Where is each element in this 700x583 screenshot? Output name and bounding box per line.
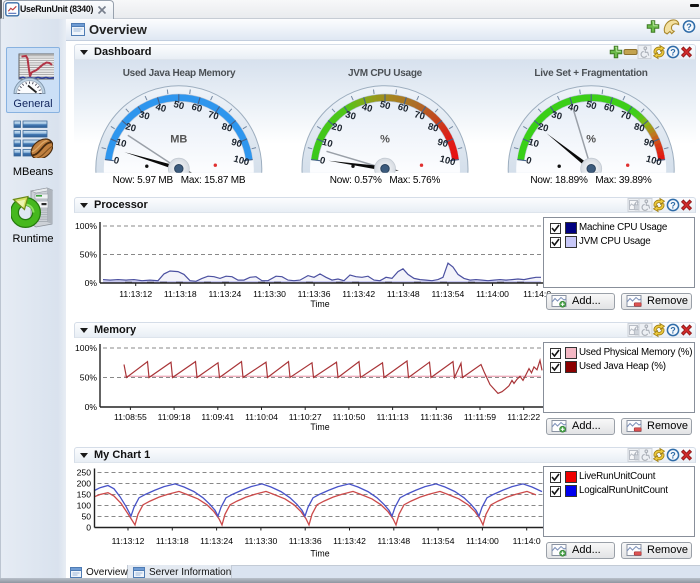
svg-text:50: 50: [81, 512, 91, 522]
svg-text:Time: Time: [310, 422, 329, 432]
svg-text:11:13:48: 11:13:48: [377, 536, 410, 546]
svg-text:11:13:12: 11:13:12: [112, 536, 145, 546]
svg-text:11:10:27: 11:10:27: [289, 412, 322, 422]
svg-text:11:13:24: 11:13:24: [208, 289, 241, 299]
svg-text:?: ?: [670, 450, 676, 460]
svg-text:11:13:54: 11:13:54: [422, 536, 455, 546]
svg-text:11:13:42: 11:13:42: [342, 289, 375, 299]
svg-text:11:14:00: 11:14:00: [466, 536, 499, 546]
svg-text:0%: 0%: [85, 278, 98, 288]
svg-text:200: 200: [77, 479, 92, 489]
svg-text:11:13:48: 11:13:48: [387, 289, 420, 299]
svg-text:50%: 50%: [80, 250, 98, 260]
svg-text:100: 100: [77, 501, 92, 511]
svg-text:11:13:12: 11:13:12: [119, 289, 152, 299]
svg-text:100%: 100%: [75, 343, 97, 353]
svg-text:11:13:30: 11:13:30: [244, 536, 277, 546]
svg-text:11:13:18: 11:13:18: [156, 536, 189, 546]
svg-text:150: 150: [77, 490, 92, 500]
svg-text:11:13:30: 11:13:30: [253, 289, 286, 299]
svg-text:0%: 0%: [85, 402, 98, 412]
svg-text:11:14:00: 11:14:00: [476, 289, 509, 299]
svg-text:11:13:18: 11:13:18: [164, 289, 197, 299]
svg-text:11:11:13: 11:11:13: [377, 412, 409, 422]
svg-text:11:10:50: 11:10:50: [332, 412, 365, 422]
svg-text:11:13:24: 11:13:24: [200, 536, 233, 546]
svg-text:11:13:42: 11:13:42: [333, 536, 366, 546]
svg-text:11:12:22: 11:12:22: [507, 412, 540, 422]
svg-text:11:13:54: 11:13:54: [431, 289, 464, 299]
svg-text:11:14:0: 11:14:0: [513, 536, 541, 546]
svg-text:100%: 100%: [75, 221, 97, 231]
svg-text:11:13:36: 11:13:36: [289, 536, 322, 546]
svg-text:11:11:36: 11:11:36: [420, 412, 452, 422]
svg-text:11:10:04: 11:10:04: [245, 412, 278, 422]
svg-text:11:09:18: 11:09:18: [158, 412, 191, 422]
svg-text:11:11:59: 11:11:59: [464, 412, 496, 422]
svg-text:11:09:41: 11:09:41: [201, 412, 234, 422]
svg-text:50%: 50%: [80, 373, 98, 383]
svg-text:11:08:55: 11:08:55: [114, 412, 147, 422]
svg-text:0: 0: [86, 523, 91, 533]
svg-text:Time: Time: [310, 549, 329, 559]
svg-text:11:13:36: 11:13:36: [298, 289, 331, 299]
svg-text:250: 250: [77, 468, 92, 478]
svg-text:?: ?: [670, 325, 676, 335]
svg-text:Time: Time: [310, 299, 329, 309]
